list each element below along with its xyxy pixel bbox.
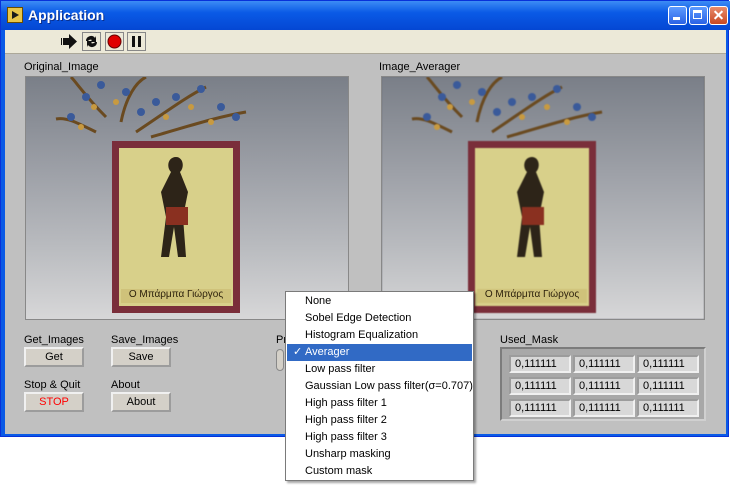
menu-item-high-pass-filter-2[interactable]: High pass filter 2: [287, 412, 472, 429]
title-bar[interactable]: Application: [1, 1, 730, 30]
menu-item-sobel-edge-detection[interactable]: Sobel Edge Detection: [287, 310, 472, 327]
maximize-button[interactable]: [689, 6, 708, 25]
get-button[interactable]: Get: [24, 347, 84, 367]
menu-item-low-pass-filter[interactable]: Low pass filter: [287, 361, 472, 378]
mask-cell[interactable]: 0,111111: [573, 377, 635, 395]
run-continuously-icon[interactable]: [82, 32, 101, 51]
mask-cell[interactable]: 0,111111: [573, 355, 635, 373]
mask-cell[interactable]: 0,111111: [509, 399, 571, 417]
used-mask-label: Used_Mask: [500, 334, 559, 346]
run-arrow-icon[interactable]: [60, 32, 79, 51]
check-icon: ✓: [293, 346, 303, 358]
save-button[interactable]: Save: [111, 347, 171, 367]
mask-cell[interactable]: 0,111111: [637, 377, 699, 395]
filter-dropdown-menu: None Sobel Edge Detection Histogram Equa…: [285, 291, 474, 481]
menu-item-custom-mask[interactable]: Custom mask: [287, 463, 472, 480]
mask-cell[interactable]: 0,111111: [509, 355, 571, 373]
menu-item-gaussian-low-pass-filter[interactable]: Gaussian Low pass filter(σ=0.707): [287, 378, 473, 395]
get-images-label: Get_Images: [24, 334, 84, 346]
menu-item-unsharp-masking[interactable]: Unsharp masking: [287, 446, 472, 463]
image-averager-label: Image_Averager: [379, 61, 461, 73]
menu-item-high-pass-filter-3[interactable]: High pass filter 3: [287, 429, 472, 446]
close-button[interactable]: [709, 6, 728, 25]
toolbar: [5, 30, 726, 54]
stop-quit-label: Stop & Quit: [24, 379, 81, 391]
used-mask-matrix: 0,111111 0,111111 0,111111 0,111111 0,11…: [500, 347, 706, 421]
app-icon: [7, 7, 23, 23]
mask-cell[interactable]: 0,111111: [573, 399, 635, 417]
card-caption-averaged: Ο Μπάρμπα Γιώργος: [484, 289, 580, 300]
averager-image-display: Ο Μπάρμπα Γιώργος: [381, 76, 705, 320]
pause-icon[interactable]: [127, 32, 146, 51]
mask-cell[interactable]: 0,111111: [637, 399, 699, 417]
card-caption-original: Ο Μπάρμπα Γιώργος: [128, 289, 224, 300]
original-image-label: Original_Image: [24, 61, 99, 73]
minimize-button[interactable]: [668, 6, 687, 25]
menu-item-averager[interactable]: ✓ Averager: [287, 344, 472, 361]
about-button[interactable]: About: [111, 392, 171, 412]
menu-item-none[interactable]: None: [287, 293, 472, 310]
mask-cell[interactable]: 0,111111: [637, 355, 699, 373]
save-images-label: Save_Images: [111, 334, 179, 346]
processing-spinner[interactable]: [276, 349, 284, 371]
about-label: About: [111, 379, 140, 391]
original-image-display: Ο Μπάρμπα Γιώργος: [25, 76, 349, 320]
window-title: Application: [28, 7, 105, 23]
stop-button[interactable]: STOP: [24, 392, 84, 412]
mask-cell[interactable]: 0,111111: [509, 377, 571, 395]
menu-item-histogram-equalization[interactable]: Histogram Equalization: [287, 327, 472, 344]
abort-icon[interactable]: [105, 32, 124, 51]
menu-item-high-pass-filter-1[interactable]: High pass filter 1: [287, 395, 472, 412]
